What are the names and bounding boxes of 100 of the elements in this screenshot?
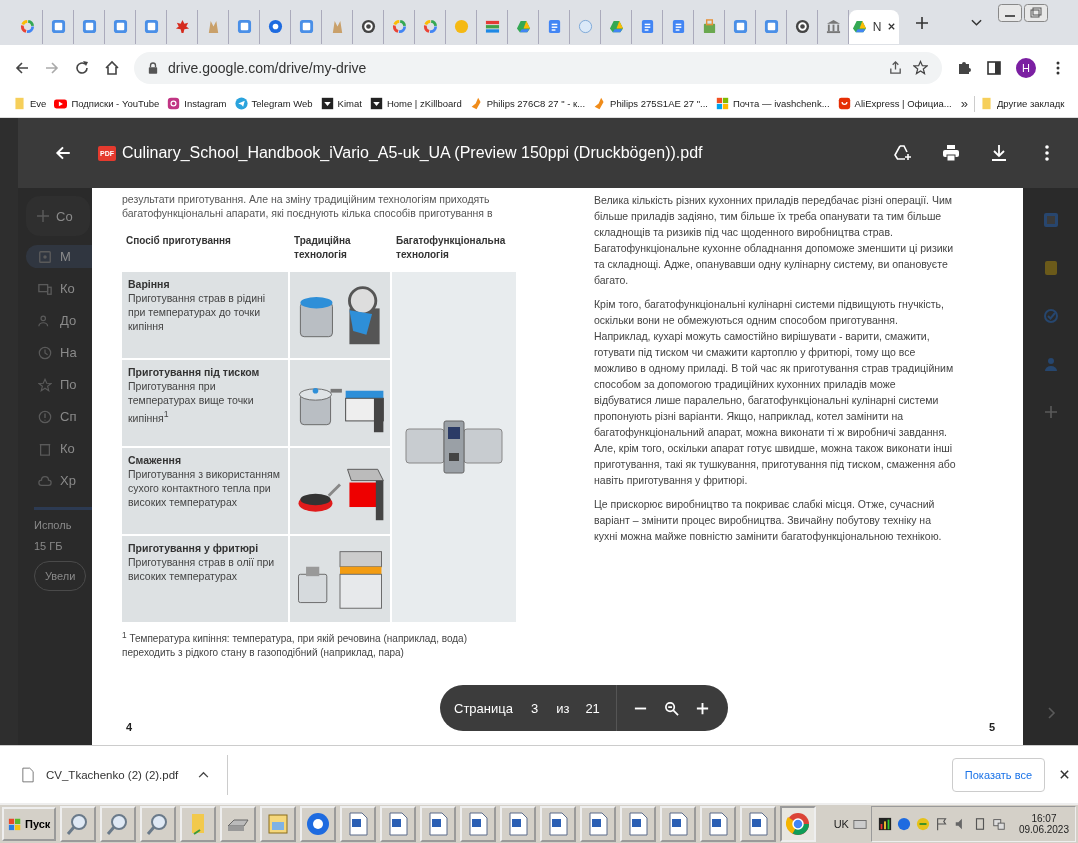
bookmark-link[interactable]: Philips 275S1AE 27 "... bbox=[590, 95, 711, 112]
bookmark-link[interactable]: AliExpress | Официа... bbox=[834, 95, 955, 112]
windows-flag-icon bbox=[8, 817, 22, 831]
back-arrow-icon[interactable] bbox=[54, 144, 72, 162]
minimize-icon[interactable] bbox=[998, 4, 1022, 22]
language-indicator[interactable]: UK bbox=[833, 818, 849, 830]
page-icon bbox=[639, 19, 655, 34]
page-number: 5 bbox=[988, 721, 995, 733]
shield-icon bbox=[369, 97, 383, 110]
reload-icon[interactable] bbox=[74, 59, 90, 76]
taskbar-button[interactable] bbox=[60, 806, 97, 842]
sidebar-item[interactable]: Ко bbox=[26, 437, 92, 460]
sidebar-item[interactable]: Хр bbox=[26, 469, 92, 492]
download-icon[interactable] bbox=[990, 144, 1008, 162]
taskbar-button[interactable] bbox=[380, 806, 417, 842]
browser-tab[interactable]: N bbox=[849, 9, 899, 44]
flag-icon[interactable] bbox=[934, 817, 949, 831]
document-icon bbox=[666, 812, 691, 836]
triangle-icon bbox=[608, 19, 624, 34]
bookmark-link[interactable]: Kimat bbox=[317, 95, 365, 112]
start-button[interactable]: Пуск bbox=[2, 807, 57, 841]
add-to-drive-icon[interactable] bbox=[894, 144, 912, 162]
taskbar-button[interactable] bbox=[460, 806, 497, 842]
sidebar-item[interactable]: До bbox=[26, 309, 92, 332]
new-button[interactable]: Со bbox=[26, 196, 90, 236]
sidebar-item[interactable]: По bbox=[26, 373, 92, 396]
circle-icon bbox=[267, 19, 283, 34]
document-icon bbox=[626, 812, 651, 836]
taskbar-button[interactable] bbox=[740, 806, 777, 842]
bookmark-link[interactable]: Подписки - YouTube bbox=[51, 95, 163, 112]
bookmark-link[interactable]: Telegram Web bbox=[231, 95, 316, 112]
taskbar-button[interactable] bbox=[300, 806, 337, 842]
taskbar-button[interactable] bbox=[580, 806, 617, 842]
method-title: Приготування у фритюрі bbox=[128, 542, 260, 554]
method-title: Смаження bbox=[128, 454, 182, 466]
bookmark-link[interactable]: Eve bbox=[10, 95, 50, 112]
page-number-field[interactable]: 3 bbox=[528, 698, 541, 718]
page-icon bbox=[546, 19, 562, 34]
home-icon[interactable] bbox=[104, 59, 120, 76]
ring-icon bbox=[19, 19, 35, 34]
back-arrow-icon[interactable] bbox=[14, 59, 30, 76]
ring-icon bbox=[422, 19, 438, 34]
sidebar-item[interactable]: На bbox=[26, 341, 92, 364]
bag-icon bbox=[701, 19, 717, 34]
taskbar-button[interactable] bbox=[500, 806, 537, 842]
keyboard-icon[interactable] bbox=[852, 817, 867, 831]
taskbar-button[interactable] bbox=[620, 806, 657, 842]
sidebar-item[interactable]: Ко bbox=[26, 277, 92, 300]
taskbar-button[interactable] bbox=[780, 806, 817, 842]
star-icon bbox=[38, 377, 52, 392]
document-icon bbox=[586, 812, 611, 836]
bookmark-folder[interactable]: Другие закладк bbox=[976, 95, 1068, 112]
print-icon[interactable] bbox=[942, 144, 960, 162]
lock-icon[interactable] bbox=[148, 61, 158, 74]
more-bookmarks-button[interactable]: » bbox=[956, 96, 972, 111]
taskbar-button[interactable] bbox=[140, 806, 177, 842]
address-bar[interactable]: drive.google.com/drive/my-drive bbox=[134, 51, 942, 84]
zoom-icon[interactable] bbox=[663, 700, 679, 716]
sidebar-item[interactable]: М bbox=[26, 245, 92, 268]
taskbar-button[interactable] bbox=[660, 806, 697, 842]
profile-avatar[interactable]: H bbox=[1016, 57, 1036, 78]
plus-icon[interactable] bbox=[915, 15, 929, 30]
bookmark-link[interactable]: Home | zKillboard bbox=[366, 95, 465, 112]
plus-icon bbox=[36, 209, 50, 223]
taskbar-button[interactable] bbox=[100, 806, 137, 842]
chevron-down-icon[interactable] bbox=[971, 18, 982, 27]
download-item[interactable]: CV_Tkachenko (2) (2).pdf bbox=[22, 754, 229, 795]
star-icon[interactable] bbox=[913, 60, 928, 75]
method-description: Приготування з використанням сухого контактного тепла при високих температурах bbox=[128, 467, 281, 509]
network-icon[interactable] bbox=[991, 817, 1006, 831]
taskbar-button[interactable] bbox=[220, 806, 257, 842]
window-icon bbox=[266, 812, 291, 836]
taskbar-button[interactable] bbox=[700, 806, 737, 842]
clock-date: 09.06.2023 bbox=[1018, 824, 1069, 835]
play-icon bbox=[54, 97, 68, 110]
forward-arrow-icon[interactable] bbox=[44, 59, 60, 76]
cloud-icon bbox=[38, 473, 52, 488]
taskbar-button[interactable] bbox=[420, 806, 457, 842]
puzzle-icon[interactable] bbox=[956, 59, 972, 76]
restore-icon[interactable] bbox=[1024, 4, 1048, 22]
taskbar-button[interactable] bbox=[540, 806, 577, 842]
sidebar-item[interactable]: Сп bbox=[26, 405, 92, 428]
drive-icon bbox=[38, 249, 52, 264]
page-total: 21 bbox=[585, 700, 600, 716]
chevron-up-icon bbox=[198, 771, 210, 778]
share-icon[interactable] bbox=[888, 60, 903, 75]
document-icon bbox=[143, 19, 159, 34]
close-icon[interactable] bbox=[1059, 769, 1070, 780]
document-icon bbox=[386, 812, 411, 836]
bookmark-link[interactable]: Instagram bbox=[164, 95, 230, 112]
bookmark-link[interactable]: Philips 276C8 27 " - к... bbox=[466, 95, 589, 112]
show-all-button[interactable]: Показать все bbox=[951, 757, 1045, 792]
computer-icon bbox=[38, 281, 52, 296]
bookmark-link[interactable]: Почта — ivashchenk... bbox=[712, 95, 833, 112]
chart-icon[interactable] bbox=[877, 817, 892, 831]
side-panel-icon[interactable] bbox=[986, 59, 1002, 76]
close-icon[interactable] bbox=[887, 22, 897, 31]
check-circle-icon[interactable] bbox=[1042, 308, 1059, 324]
circle-icon bbox=[306, 812, 331, 836]
taskbar-button[interactable] bbox=[340, 806, 377, 842]
